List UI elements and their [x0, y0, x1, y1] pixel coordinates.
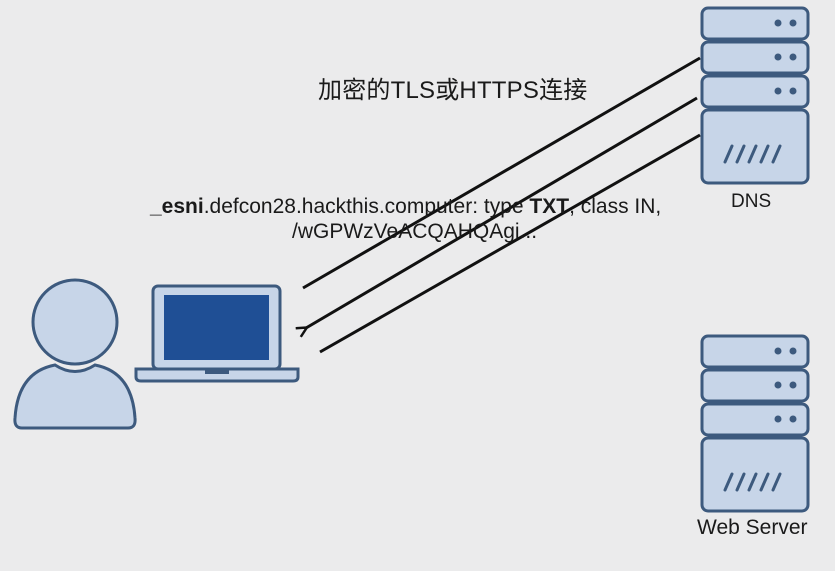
- dns-query-name-rest: .defcon28.hackthis.computer: type: [203, 195, 530, 218]
- dns-query-class: , class IN,: [569, 195, 662, 218]
- dns-query-line-1: _esni.defcon28.hackthis.computer: type T…: [150, 195, 661, 219]
- dns-server-icon: [700, 6, 810, 185]
- dns-query-data: /wGPWzVeACQAHQAgi...: [292, 220, 538, 243]
- laptop-icon: [134, 284, 300, 383]
- diagram: 加密的TLS或HTTPS连接 _esni.defcon28.hackthis.c…: [0, 0, 835, 566]
- dns-query-name-prefix: _esni: [150, 195, 204, 218]
- web-server-label: Web Server: [697, 516, 808, 539]
- web-server-icon: [700, 334, 810, 513]
- diagram-title: 加密的TLS或HTTPS连接: [318, 77, 588, 104]
- dns-server-label: DNS: [731, 191, 772, 212]
- dns-query-type: TXT: [529, 195, 570, 218]
- user-icon: [13, 278, 137, 430]
